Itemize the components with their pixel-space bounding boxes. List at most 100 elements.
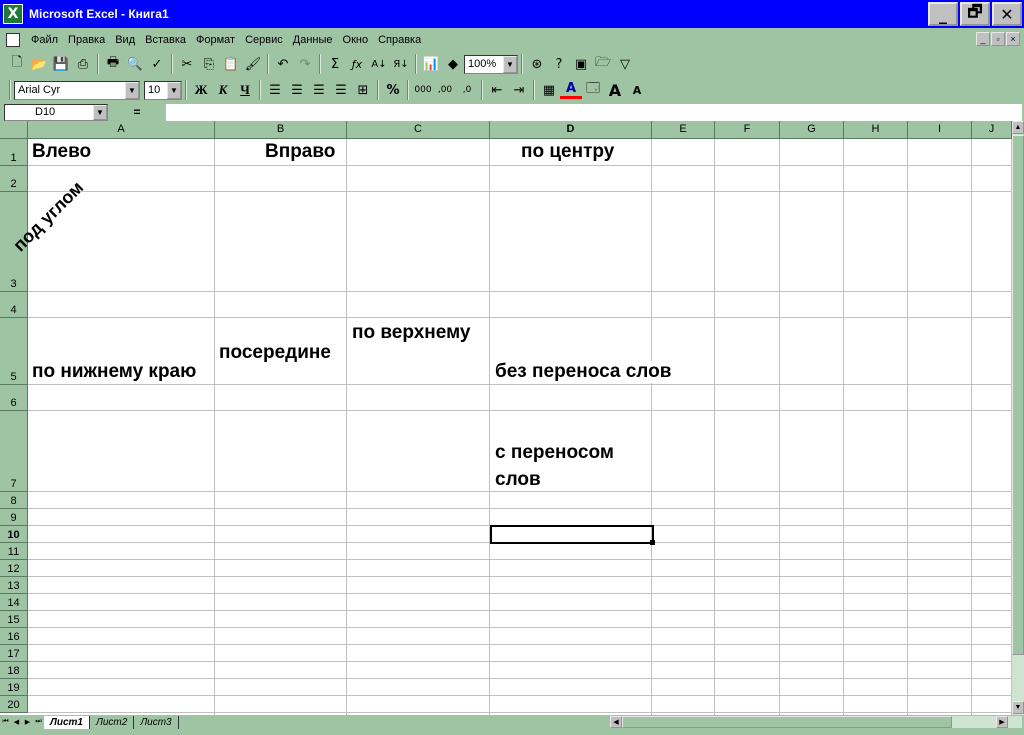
equals-button[interactable]: = (108, 105, 166, 119)
open-folder-icon[interactable]: 📂 (28, 53, 50, 75)
row-header-14[interactable]: 14 (0, 594, 28, 611)
cell-B5[interactable]: посередине (219, 342, 331, 364)
font-color-icon[interactable]: A (560, 81, 582, 99)
justify-icon[interactable]: ☰ (330, 79, 352, 101)
copy-icon[interactable]: ⎘ (198, 53, 220, 75)
cell-D7-line2[interactable]: слов (495, 469, 541, 491)
format-painter-icon[interactable]: 🖌 (242, 53, 264, 75)
cell-A5[interactable]: по нижнему краю (32, 361, 197, 383)
row-header-6[interactable]: 6 (0, 385, 28, 411)
increase-decimal-icon[interactable]: ,00 (434, 79, 456, 101)
column-header-C[interactable]: C (347, 121, 490, 139)
document-icon[interactable] (6, 33, 20, 47)
row-header-17[interactable]: 17 (0, 645, 28, 662)
menu-format[interactable]: Формат (191, 34, 240, 46)
column-header-D[interactable]: D (490, 121, 652, 139)
row-header-19[interactable]: 19 (0, 679, 28, 696)
folder-icon[interactable]: 🗁 (592, 53, 614, 75)
redo-icon[interactable]: ↷ (294, 53, 316, 75)
cell-A1[interactable]: Влево (32, 141, 91, 163)
chart-wizard-icon[interactable]: 📊 (420, 53, 442, 75)
drawing-icon[interactable]: ◆ (442, 53, 464, 75)
row-header-1[interactable]: 1 (0, 139, 28, 166)
new-file-icon[interactable]: 🗋 (6, 53, 28, 75)
menu-insert[interactable]: Вставка (140, 34, 191, 46)
last-sheet-icon[interactable]: ⏭ (33, 716, 44, 728)
row-header-8[interactable]: 8 (0, 492, 28, 509)
spreadsheet-grid[interactable]: ABCDEFGHIJ 1 2 3 4 5 6 7 8 9 10 11 12 13 14 15 16 17 18 19… (0, 121, 1012, 715)
increase-indent-icon[interactable]: ⇥ (508, 79, 530, 101)
italic-button[interactable]: К (212, 79, 234, 101)
row-header-18[interactable]: 18 (0, 662, 28, 679)
font-size-select[interactable]: 10 ▼ (144, 80, 182, 100)
align-center-icon[interactable]: ☰ (286, 79, 308, 101)
formula-input[interactable] (166, 103, 1022, 121)
cut-icon[interactable]: ✂ (176, 53, 198, 75)
print-preview-icon[interactable]: ⎙ (72, 53, 94, 75)
web-toolbar-icon[interactable]: ⊛ (526, 53, 548, 75)
preview-icon[interactable]: 🔍 (124, 53, 146, 75)
doc-restore-button[interactable]: ▫ (991, 32, 1005, 46)
function-icon[interactable]: ƒx (346, 53, 368, 75)
column-header-H[interactable]: H (844, 121, 908, 139)
autosum-icon[interactable]: Σ (324, 53, 346, 75)
borders-icon[interactable]: ▦ (538, 79, 560, 101)
prev-sheet-icon[interactable]: ◀ (11, 716, 22, 728)
column-header-B[interactable]: B (215, 121, 347, 139)
vertical-scrollbar[interactable]: ▲ ▼ (1012, 121, 1024, 715)
column-header-I[interactable]: I (908, 121, 972, 139)
undo-icon[interactable]: ↶ (272, 53, 294, 75)
scroll-down-icon[interactable]: ▼ (1012, 701, 1024, 714)
format-cells-icon[interactable]: 🗔 (582, 79, 604, 101)
column-header-A[interactable]: A (28, 121, 215, 139)
row-header-9[interactable]: 9 (0, 509, 28, 526)
row-header-10[interactable]: 10 (0, 526, 28, 543)
underline-button[interactable]: Ч (234, 79, 256, 101)
thousands-button[interactable]: 000 (412, 79, 434, 101)
sheet-tab-1[interactable]: Лист1 (44, 715, 90, 729)
bold-button[interactable]: Ж (190, 79, 212, 101)
select-all-corner[interactable] (0, 121, 28, 139)
spelling-icon[interactable]: ✓ (146, 53, 168, 75)
scroll-left-icon[interactable]: ◀ (610, 716, 622, 728)
menu-view[interactable]: Вид (110, 34, 140, 46)
save-icon[interactable]: 💾 (50, 53, 72, 75)
selected-cell-D10[interactable] (490, 525, 654, 544)
row-header-11[interactable]: 11 (0, 543, 28, 560)
chevron-down-icon[interactable]: ▼ (93, 104, 107, 120)
row-header-13[interactable]: 13 (0, 577, 28, 594)
cell-D5[interactable]: без переноса слов (495, 361, 672, 383)
excel-app-icon[interactable]: X (3, 4, 23, 24)
decrease-font-icon[interactable]: A (626, 79, 648, 101)
horizontal-scrollbar[interactable]: ◀ ▶ (610, 716, 1022, 728)
row-header-15[interactable]: 15 (0, 611, 28, 628)
column-header-E[interactable]: E (652, 121, 715, 139)
sort-ascending-icon[interactable]: A↓ (368, 53, 390, 75)
scroll-up-icon[interactable]: ▲ (1012, 121, 1024, 134)
cell-D7-line1[interactable]: с переносом (495, 442, 614, 464)
row-header-2[interactable]: 2 (0, 166, 28, 192)
row-header-20[interactable]: 20 (0, 696, 28, 713)
menu-edit[interactable]: Правка (63, 34, 110, 46)
next-sheet-icon[interactable]: ▶ (22, 716, 33, 728)
row-header-12[interactable]: 12 (0, 560, 28, 577)
column-header-J[interactable]: J (972, 121, 1012, 139)
cell-C5[interactable]: по верхнему (352, 322, 471, 344)
chevron-down-icon[interactable]: ▼ (167, 81, 181, 99)
close-button[interactable]: ✕ (992, 2, 1022, 26)
menu-file[interactable]: Файл (26, 34, 63, 46)
chevron-down-icon[interactable]: ▼ (125, 81, 139, 99)
column-header-G[interactable]: G (780, 121, 844, 139)
align-left-icon[interactable]: ☰ (264, 79, 286, 101)
name-box[interactable]: D10 ▼ (4, 103, 108, 121)
autofilter-icon[interactable]: ▽ (614, 53, 636, 75)
row-header-16[interactable]: 16 (0, 628, 28, 645)
row-header-7[interactable]: 7 (0, 411, 28, 492)
chevron-down-icon[interactable]: ▼ (503, 55, 517, 73)
decrease-indent-icon[interactable]: ⇤ (486, 79, 508, 101)
percent-button[interactable]: % (382, 79, 404, 101)
first-sheet-icon[interactable]: ⏮ (0, 716, 11, 728)
vertical-scroll-thumb[interactable] (1012, 135, 1024, 655)
cell-D1[interactable]: по центру (521, 141, 614, 163)
horizontal-scroll-thumb[interactable] (622, 716, 952, 728)
